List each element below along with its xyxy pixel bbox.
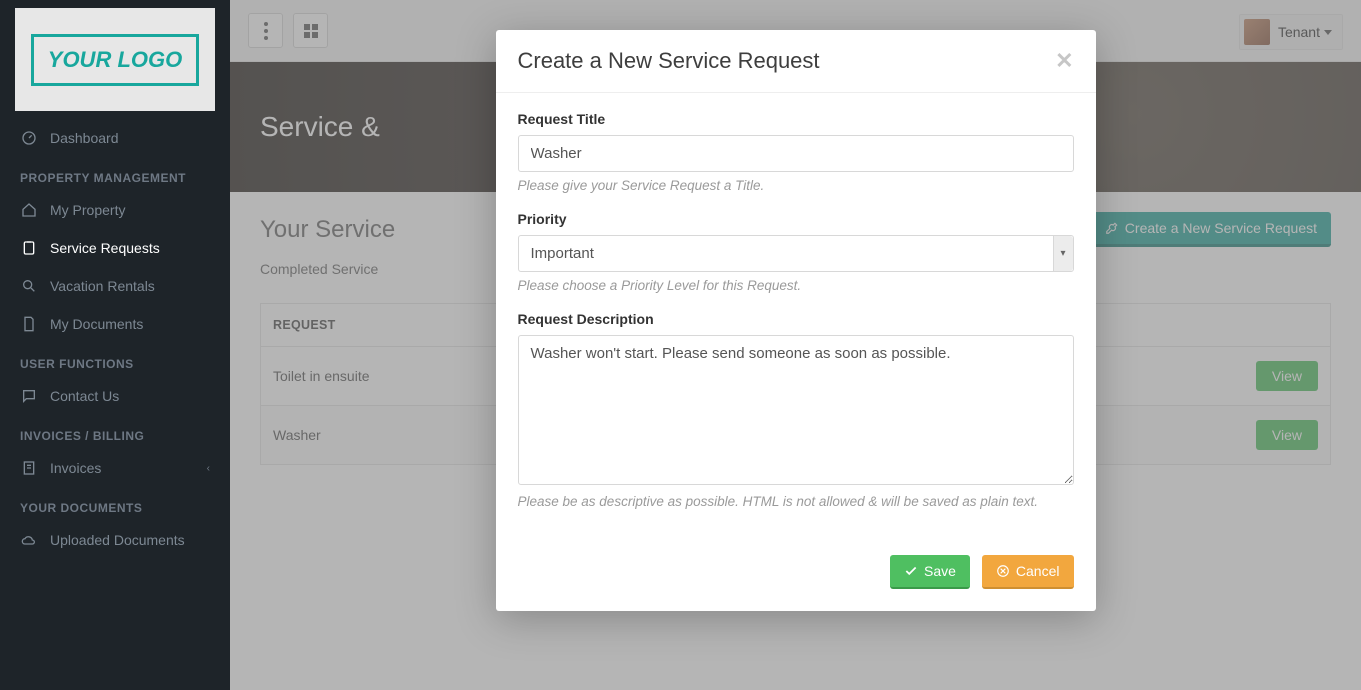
sidebar-item-invoices[interactable]: Invoices ‹ [0, 449, 230, 487]
sidebar-item-my-property[interactable]: My Property [0, 191, 230, 229]
sidebar-item-service-requests[interactable]: Service Requests [0, 229, 230, 267]
document-icon [20, 315, 38, 333]
sidebar-item-label: Uploaded Documents [50, 532, 185, 548]
modal-footer: Save Cancel [496, 537, 1096, 611]
clipboard-icon [20, 239, 38, 257]
priority-help: Please choose a Priority Level for this … [518, 278, 1074, 293]
cancel-button[interactable]: Cancel [982, 555, 1074, 589]
request-title-input[interactable] [518, 135, 1074, 172]
priority-select[interactable]: Important [518, 235, 1074, 272]
sidebar-item-uploaded-documents[interactable]: Uploaded Documents [0, 521, 230, 559]
chat-icon [20, 387, 38, 405]
sidebar-section-invoices-billing: INVOICES / BILLING [0, 415, 230, 449]
sidebar-section-user-functions: USER FUNCTIONS [0, 343, 230, 377]
sidebar-item-label: Invoices [50, 460, 101, 476]
close-icon[interactable]: ✕ [1055, 48, 1073, 74]
sidebar-item-label: Vacation Rentals [50, 278, 155, 294]
check-icon [904, 564, 918, 578]
sidebar-item-label: My Documents [50, 316, 143, 332]
modal-body: Request Title Please give your Service R… [496, 93, 1096, 537]
gauge-icon [20, 129, 38, 147]
priority-group: Priority Important ▾ Please choose a Pri… [518, 211, 1074, 293]
sidebar-section-property-management: PROPERTY MANAGEMENT [0, 157, 230, 191]
priority-label: Priority [518, 211, 1074, 227]
sidebar-item-label: Dashboard [50, 130, 119, 146]
modal-title: Create a New Service Request [518, 48, 820, 74]
x-circle-icon [996, 564, 1010, 578]
sidebar-item-label: Service Requests [50, 240, 160, 256]
search-icon [20, 277, 38, 295]
logo: YOUR LOGO [15, 8, 215, 111]
description-help: Please be as descriptive as possible. HT… [518, 494, 1074, 509]
sidebar-item-dashboard[interactable]: Dashboard [0, 119, 230, 157]
home-icon [20, 201, 38, 219]
save-button[interactable]: Save [890, 555, 970, 589]
description-group: Request Description Please be as descrip… [518, 311, 1074, 509]
main: Tenant Service & Your Service Create a N… [230, 0, 1361, 690]
request-title-help: Please give your Service Request a Title… [518, 178, 1074, 193]
sidebar-item-label: Contact Us [50, 388, 119, 404]
invoice-icon [20, 459, 38, 477]
cloud-icon [20, 531, 38, 549]
chevron-left-icon: ‹ [207, 463, 210, 474]
modal-overlay[interactable]: Create a New Service Request ✕ Request T… [230, 0, 1361, 690]
modal-header: Create a New Service Request ✕ [496, 30, 1096, 93]
logo-text: YOUR LOGO [31, 34, 199, 86]
description-textarea[interactable] [518, 335, 1074, 485]
sidebar-section-your-documents: YOUR DOCUMENTS [0, 487, 230, 521]
button-label: Save [924, 563, 956, 579]
sidebar-item-label: My Property [50, 202, 125, 218]
sidebar-item-vacation-rentals[interactable]: Vacation Rentals [0, 267, 230, 305]
description-label: Request Description [518, 311, 1074, 327]
request-title-label: Request Title [518, 111, 1074, 127]
button-label: Cancel [1016, 563, 1060, 579]
sidebar-item-contact-us[interactable]: Contact Us [0, 377, 230, 415]
sidebar: YOUR LOGO Dashboard PROPERTY MANAGEMENT … [0, 0, 230, 690]
sidebar-item-my-documents[interactable]: My Documents [0, 305, 230, 343]
create-service-request-modal: Create a New Service Request ✕ Request T… [496, 30, 1096, 611]
request-title-group: Request Title Please give your Service R… [518, 111, 1074, 193]
